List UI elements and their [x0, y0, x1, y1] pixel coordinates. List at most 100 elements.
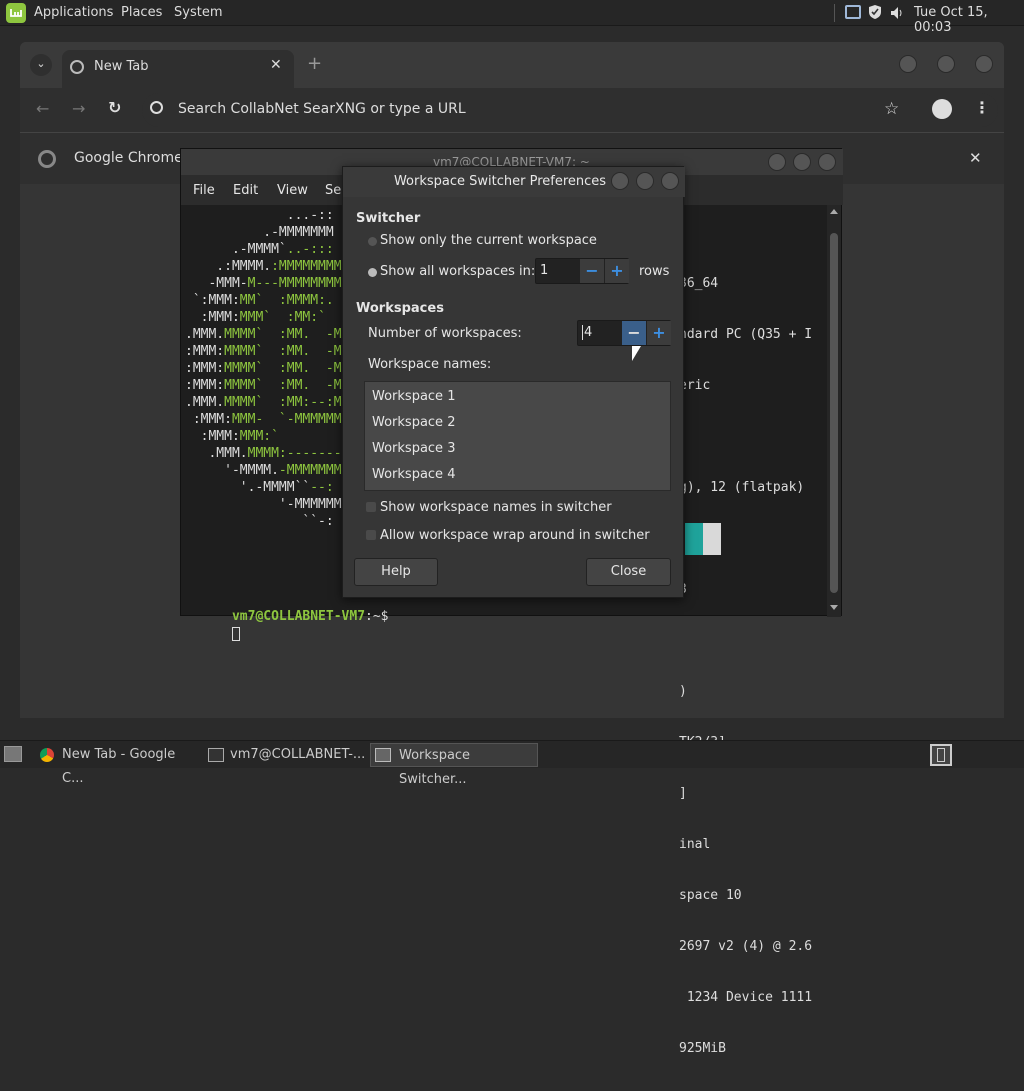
taskbar-item-chrome[interactable]: New Tab - Google C...: [34, 743, 200, 786]
sysinfo-line: 3: [679, 581, 812, 598]
workspace-indicator: [937, 748, 945, 762]
label-all-workspaces[interactable]: Show all workspaces in:: [380, 264, 535, 279]
scrollbar-thumb[interactable]: [830, 233, 838, 593]
color-swatch: [685, 523, 721, 555]
workspace-switcher-dialog: Workspace Switcher Preferences Switcher …: [342, 166, 685, 598]
terminal-maximize-button[interactable]: [793, 153, 811, 171]
terminal-scrollbar[interactable]: [827, 205, 841, 617]
infobar-close-icon[interactable]: ✕: [969, 149, 982, 167]
omnibox-placeholder: Search CollabNet SearXNG or type a URL: [178, 101, 466, 117]
tab-title: New Tab: [94, 59, 149, 74]
rows-decrement-button[interactable]: −: [580, 259, 604, 283]
close-button[interactable]: Close: [586, 558, 671, 586]
workspaces-decrement-button[interactable]: −: [622, 321, 646, 345]
rows-label: rows: [639, 264, 670, 279]
workspace-switcher-applet[interactable]: [930, 744, 952, 766]
mouse-cursor-icon: [632, 346, 641, 361]
taskbar-item-label: vm7@COLLABNET-...: [230, 747, 366, 762]
shield-icon[interactable]: [868, 4, 882, 20]
workspaces-spinner[interactable]: 4 − +: [577, 320, 671, 346]
sysinfo-line: 36_64: [679, 276, 719, 291]
workspace-names-label: Workspace names:: [368, 357, 492, 372]
forward-icon[interactable]: →: [72, 99, 85, 118]
terminal-minimize-button[interactable]: [768, 153, 786, 171]
rows-increment-button[interactable]: +: [605, 259, 629, 283]
places-menu[interactable]: Places: [121, 5, 162, 20]
dialog-minimize-button[interactable]: [611, 172, 629, 190]
mint-logo-icon[interactable]: [6, 3, 26, 23]
profile-icon[interactable]: [932, 99, 952, 119]
dialog-title: Workspace Switcher Preferences: [393, 174, 607, 189]
checkbox-show-names[interactable]: [366, 502, 376, 512]
sysinfo-line: inal: [679, 837, 711, 852]
back-icon[interactable]: ←: [36, 99, 49, 118]
label-current-workspace[interactable]: Show only the current workspace: [380, 233, 597, 248]
checkbox-wrap-around[interactable]: [366, 530, 376, 540]
sysinfo-line: ]: [679, 786, 687, 801]
list-item[interactable]: Workspace 1: [372, 389, 455, 404]
workspace-names-list[interactable]: Workspace 1 Workspace 2 Workspace 3 Work…: [364, 381, 671, 491]
help-button[interactable]: Help: [354, 558, 438, 586]
menu-kebab-icon[interactable]: ⋮: [974, 98, 990, 117]
sysinfo-line: 925MiB: [679, 1041, 726, 1056]
chrome-logo-icon: [40, 748, 54, 762]
sysinfo-line: 2697 v2 (4) @ 2.6: [679, 939, 813, 954]
taskbar-item-terminal[interactable]: vm7@COLLABNET-...: [204, 743, 366, 767]
close-window-button[interactable]: [975, 55, 993, 73]
label-wrap-around[interactable]: Allow workspace wrap around in switcher: [380, 528, 650, 543]
tab-search-button[interactable]: ⌄: [30, 54, 52, 76]
sysinfo-line: ): [679, 684, 687, 699]
maximize-button[interactable]: [937, 55, 955, 73]
terminal-close-button[interactable]: [818, 153, 836, 171]
clock[interactable]: Tue Oct 15, 00:03: [914, 5, 1024, 35]
dialog-titlebar: Workspace Switcher Preferences: [343, 167, 685, 197]
workspaces-increment-button[interactable]: +: [647, 321, 671, 345]
radio-all-workspaces[interactable]: [368, 268, 377, 277]
sysinfo-line: 1234 Device 1111: [679, 990, 813, 1005]
prompt-path: :~$: [365, 609, 389, 624]
new-tab-button[interactable]: +: [307, 53, 322, 74]
network-icon[interactable]: [845, 5, 861, 19]
scroll-up-icon[interactable]: [830, 209, 838, 214]
sysinfo-line: space 10: [679, 888, 742, 903]
tab-favicon-icon: [70, 60, 84, 74]
chrome-toolbar: ← → ↻ Search CollabNet SearXNG or type a…: [20, 88, 1004, 132]
terminal-icon: [208, 748, 224, 762]
workspaces-value[interactable]: 4: [582, 325, 592, 340]
dialog-close-x-button[interactable]: [661, 172, 679, 190]
ascii-logo: ...-:: .-MMMMMMM .-MMMM`..-::: .:MMMM.:M…: [185, 208, 350, 529]
list-item[interactable]: Workspace 3: [372, 441, 455, 456]
list-item[interactable]: Workspace 4: [372, 467, 455, 482]
bottom-taskbar: New Tab - Google C... vm7@COLLABNET-... …: [0, 740, 1024, 787]
top-panel: Applications Places System Tue Oct 15, 0…: [0, 0, 1024, 35]
terminal-menu-edit[interactable]: Edit: [233, 183, 258, 198]
omnibox[interactable]: Search CollabNet SearXNG or type a URL ☆…: [142, 93, 998, 127]
number-of-workspaces-label: Number of workspaces:: [368, 326, 522, 341]
radio-current-workspace[interactable]: [368, 237, 377, 246]
dialog-maximize-button[interactable]: [636, 172, 654, 190]
terminal-menu-file[interactable]: File: [193, 183, 215, 198]
chrome-logo-icon: [38, 150, 56, 168]
system-menu[interactable]: System: [174, 5, 222, 20]
taskbar-item-label: Workspace Switcher...: [399, 748, 471, 787]
list-item[interactable]: Workspace 2: [372, 415, 455, 430]
applications-menu[interactable]: Applications: [34, 5, 113, 20]
reload-icon[interactable]: ↻: [108, 98, 121, 117]
taskbar-item-workspace-switcher[interactable]: Workspace Switcher...: [370, 743, 538, 787]
bookmark-star-icon[interactable]: ☆: [884, 99, 899, 119]
tab-close-icon[interactable]: ✕: [270, 57, 282, 73]
sysinfo-line: eric: [679, 378, 711, 393]
tab-new-tab[interactable]: New Tab ✕: [62, 50, 294, 88]
tab-strip: ⌄ New Tab ✕ +: [20, 42, 1004, 88]
show-desktop-icon[interactable]: [4, 746, 22, 762]
volume-icon[interactable]: [889, 5, 905, 21]
terminal-menu-search[interactable]: Se: [325, 183, 341, 198]
rows-value[interactable]: 1: [540, 263, 548, 278]
scroll-down-icon[interactable]: [830, 605, 838, 610]
rows-spinner[interactable]: 1 − +: [535, 258, 629, 284]
label-show-names[interactable]: Show workspace names in switcher: [380, 500, 612, 515]
preferences-icon: [375, 748, 391, 762]
minimize-button[interactable]: [899, 55, 917, 73]
terminal-sysinfo: 36_64 ndard PC (Q35 + I eric g), 12 (fla…: [679, 241, 812, 1091]
terminal-menu-view[interactable]: View: [277, 183, 308, 198]
